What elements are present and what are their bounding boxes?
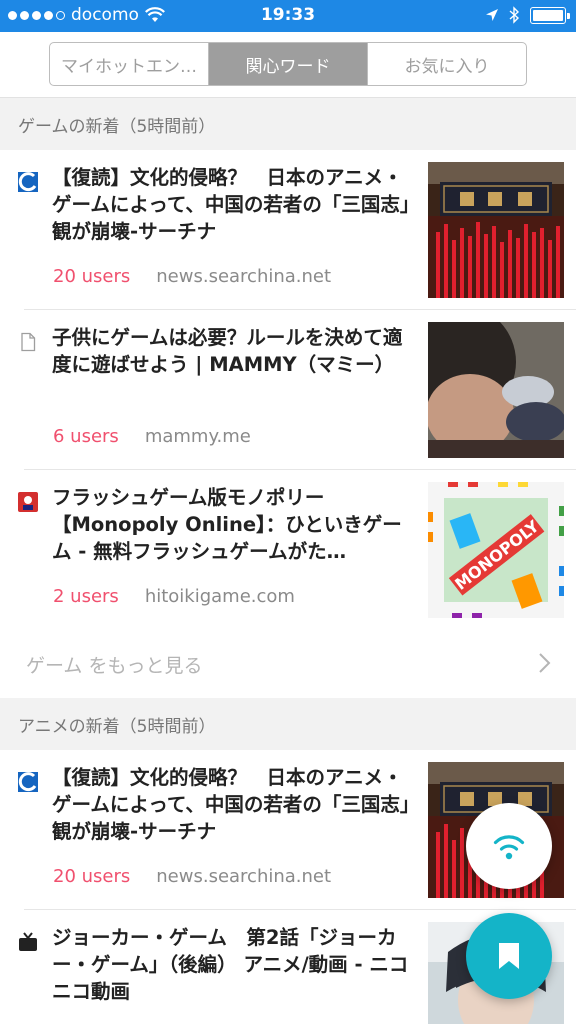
see-more-game-link[interactable]: ゲーム をもっと見る (0, 630, 576, 698)
article-domain: news.searchina.net (156, 266, 332, 287)
bluetooth-icon (509, 6, 520, 24)
article-domain: mammy.me (144, 426, 251, 447)
section-header-anime: アニメの新着（5時間前） (0, 698, 576, 750)
article-item[interactable]: 子供にゲームは必要？ルールを決めて適度に遊ばせよう | MAMMY（マミー） 6… (0, 310, 576, 470)
wifi-icon (493, 835, 525, 860)
article-meta: 20 users news.searchina.net (53, 866, 331, 887)
location-arrow-icon (486, 9, 498, 21)
user-count[interactable]: 6 users (53, 426, 119, 447)
tab-interest-words[interactable]: 関心ワード (208, 43, 367, 85)
article-meta: 2 users hitoikigame.com (53, 586, 295, 607)
chevron-right-icon (539, 653, 551, 673)
see-more-label: ゲーム をもっと見る (26, 654, 203, 677)
article-meta: 20 users news.searchina.net (53, 266, 331, 287)
niconico-icon (19, 932, 37, 951)
segmented-control: マイホットエン… 関心ワード お気に入り (49, 42, 527, 86)
battery-icon (530, 6, 570, 24)
document-icon (21, 332, 36, 352)
wifi-fab-button[interactable] (466, 803, 552, 889)
article-domain: hitoikigame.com (144, 586, 295, 607)
tab-my-hot-entry[interactable]: マイホットエン… (50, 43, 208, 85)
section-header-game: ゲームの新着（5時間前） (0, 98, 576, 150)
article-title[interactable]: フラッシュゲーム版モノポリー【Monopoly Online】：ひといきゲーム … (52, 484, 410, 565)
temple-incense-image (428, 162, 564, 298)
searchina-icon (18, 172, 38, 192)
bookmark-icon (499, 943, 519, 969)
article-title[interactable]: 【復読】文化的侵略？ 日本のアニメ・ゲームによって、中国の若者の「三国志」観が崩… (52, 164, 410, 245)
monopoly-board-image: MONOPOLY (428, 482, 564, 618)
status-bar: docomo 19:33 (0, 0, 576, 32)
searchina-icon (18, 772, 38, 792)
hitoikigame-icon (18, 492, 38, 512)
user-count[interactable]: 20 users (53, 866, 130, 887)
bookmark-fab-button[interactable] (466, 913, 552, 999)
user-count[interactable]: 2 users (53, 586, 119, 607)
child-playing-image (428, 322, 564, 458)
article-item[interactable]: 【復読】文化的侵略？ 日本のアニメ・ゲームによって、中国の若者の「三国志」観が崩… (0, 150, 576, 310)
article-meta: 6 users mammy.me (53, 426, 251, 447)
article-item[interactable]: フラッシュゲーム版モノポリー【Monopoly Online】：ひといきゲーム … (0, 470, 576, 630)
article-domain: news.searchina.net (156, 866, 332, 887)
article-title[interactable]: 子供にゲームは必要？ルールを決めて適度に遊ばせよう | MAMMY（マミー） (52, 324, 410, 378)
user-count[interactable]: 20 users (53, 266, 130, 287)
status-right (485, 6, 570, 24)
article-title[interactable]: ジョーカー・ゲーム 第2話「ジョーカー・ゲーム」（後編） アニメ/動画 - ニコ… (52, 924, 410, 1005)
tab-bar-container: マイホットエン… 関心ワード お気に入り (0, 32, 576, 98)
article-title[interactable]: 【復読】文化的侵略？ 日本のアニメ・ゲームによって、中国の若者の「三国志」観が崩… (52, 764, 410, 845)
tab-favorites[interactable]: お気に入り (367, 43, 526, 85)
